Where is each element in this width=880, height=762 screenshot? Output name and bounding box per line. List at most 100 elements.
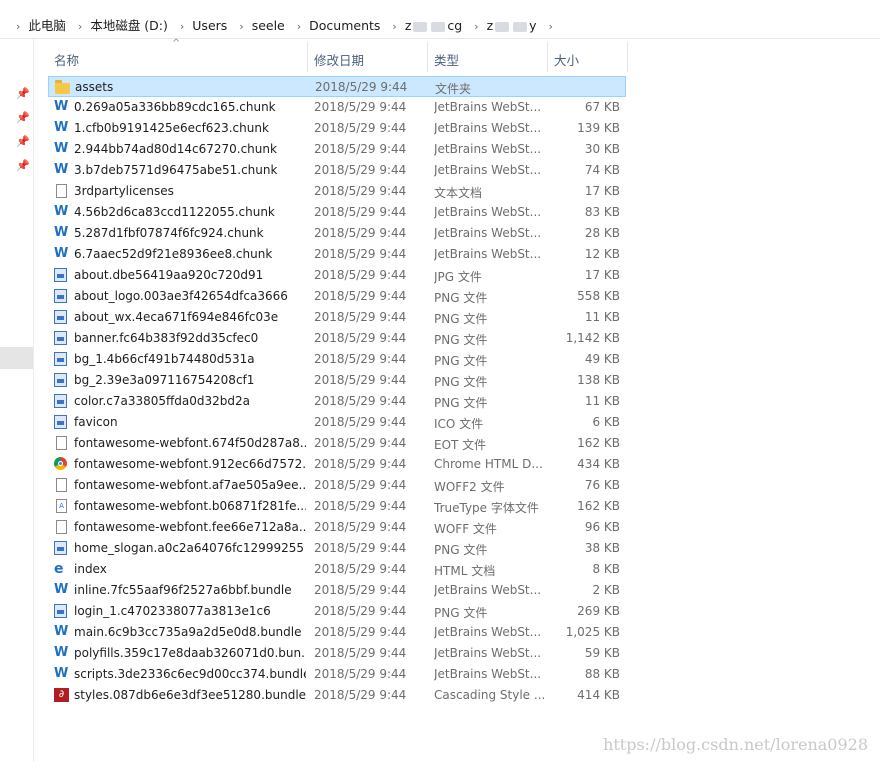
breadcrumb-seele[interactable]: seele	[252, 18, 285, 33]
file-list[interactable]: assets 2018/5/29 9:44 文件夹 W 0.269a05a336bb89…	[48, 76, 626, 706]
file-row[interactable]: Afontawesome-webfont.b06871f281fe... 2018…	[48, 496, 626, 517]
chevron-right-icon[interactable]: ›	[180, 20, 184, 33]
file-row[interactable]: color.c7a33805ffda0d32bd2a 2018/5/29 9:44…	[48, 391, 626, 412]
file-row[interactable]: about_logo.003ae3f42654dfca3666 2018/5/29…	[48, 286, 626, 307]
breadcrumb-folder-a[interactable]: z cg	[405, 18, 462, 33]
file-size: 17 KB	[584, 184, 620, 198]
file-size: 76 KB	[584, 478, 620, 492]
file-date: 2018/5/29 9:44	[314, 331, 407, 345]
file-row[interactable]: ∂ styles.087db6e6e3df3ee51280.bundle 2018/…	[48, 685, 626, 706]
file-size: 67 KB	[584, 100, 620, 114]
file-row[interactable]: e index 2018/5/29 9:44 HTML 文档 8 KB	[48, 559, 626, 580]
file-type: PNG 文件	[434, 396, 488, 410]
breadcrumb-folder-b[interactable]: zy	[487, 18, 537, 33]
file-row[interactable]: bg_1.4b66cf491b74480d531a 2018/5/29 9:44 P…	[48, 349, 626, 370]
file-row[interactable]: about_wx.4eca671f694e846fc03e 2018/5/29 9…	[48, 307, 626, 328]
file-row[interactable]: home_slogan.a0c2a64076fc12999255 2018/5/2…	[48, 538, 626, 559]
font-file-icon: A	[56, 499, 67, 513]
file-size: 59 KB	[584, 646, 620, 660]
file-type: WOFF 文件	[434, 522, 497, 536]
file-row[interactable]: fontawesome-webfont.fee66e712a8a... 2018/…	[48, 517, 626, 538]
address-bar[interactable]: › 此电脑 › 本地磁盘 (D:) › Users › seele › Documents…	[0, 8, 880, 39]
nav-selected-item[interactable]	[0, 347, 33, 369]
webstorm-file-icon: W	[54, 666, 69, 681]
document-icon	[56, 478, 67, 492]
file-name: fontawesome-webfont.912ec66d7572...	[74, 457, 306, 471]
file-row[interactable]: 3rdpartylicenses 2018/5/29 9:44 文本文档 17 KB	[48, 181, 626, 202]
chevron-right-icon[interactable]: ›	[392, 20, 396, 33]
file-size: 17 KB	[584, 268, 620, 282]
file-type: JPG 文件	[434, 270, 482, 284]
webstorm-file-icon: W	[54, 141, 69, 156]
breadcrumb-documents[interactable]: Documents	[309, 18, 380, 33]
file-type: Cascading Style ...	[434, 688, 546, 702]
file-name: color.c7a33805ffda0d32bd2a	[74, 394, 251, 408]
file-date: 2018/5/29 9:44	[314, 184, 407, 198]
file-size: 38 KB	[584, 541, 620, 555]
breadcrumb-this-pc[interactable]: 此电脑	[28, 18, 66, 33]
image-file-icon	[54, 373, 67, 387]
file-name: favicon	[74, 415, 118, 429]
file-type: JetBrains WebSt...	[434, 646, 542, 660]
file-type: JetBrains WebSt...	[434, 100, 542, 114]
file-row[interactable]: about.dbe56419aa920c720d91 2018/5/29 9:44…	[48, 265, 626, 286]
file-row[interactable]: W 2.944bb74ad80d14c67270.chunk 2018/5/29 9…	[48, 139, 626, 160]
file-name: home_slogan.a0c2a64076fc12999255	[74, 541, 304, 555]
breadcrumb-users[interactable]: Users	[192, 18, 227, 33]
file-row[interactable]: Wpolyfills.359c17e8daab326071d0.bun... 20…	[48, 643, 626, 664]
column-header-type[interactable]: 类型	[428, 42, 546, 72]
file-row[interactable]: fontawesome-webfont.674f50d287a8... 2018/…	[48, 433, 626, 454]
navigation-pane[interactable]: 📌 📌 📌 📌	[0, 39, 34, 762]
breadcrumb-folder-a-suffix: cg	[447, 18, 463, 33]
column-divider[interactable]	[627, 42, 628, 72]
file-row[interactable]: fontawesome-webfont.af7ae505a9ee... 2018/…	[48, 475, 626, 496]
file-row[interactable]: W 1.cfb0b9191425e6ecf623.chunk 2018/5/29 9…	[48, 118, 626, 139]
file-size: 1,142 KB	[565, 331, 620, 345]
file-row[interactable]: W 4.56b2d6ca83ccd1122055.chunk 2018/5/29 9…	[48, 202, 626, 223]
file-row[interactable]: assets 2018/5/29 9:44 文件夹	[48, 76, 626, 97]
file-type: JetBrains WebSt...	[434, 247, 542, 261]
column-header-size[interactable]: 大小	[548, 42, 626, 72]
column-header-date[interactable]: 修改日期	[308, 42, 426, 72]
file-date: 2018/5/29 9:44	[314, 373, 407, 387]
chevron-right-icon[interactable]: ›	[549, 20, 553, 33]
file-row[interactable]: login_1.c4702338077a3813e1c6 2018/5/29 9:…	[48, 601, 626, 622]
internet-explorer-icon: e	[54, 561, 64, 577]
chevron-right-icon[interactable]: ›	[297, 20, 301, 33]
file-row[interactable]: fontawesome-webfont.912ec66d7572... 2018/…	[48, 454, 626, 475]
chevron-right-icon[interactable]: ›	[474, 20, 478, 33]
file-row[interactable]: Winline.7fc55aaf96f2527a6bbf.bundle 2018/…	[48, 580, 626, 601]
file-date: 2018/5/29 9:44	[314, 268, 407, 282]
file-row[interactable]: bg_2.39e3a097116754208cf1 2018/5/29 9:44 P…	[48, 370, 626, 391]
file-type: PNG 文件	[434, 333, 488, 347]
file-row[interactable]: W 6.7aaec52d9f21e8936ee8.chunk 2018/5/29 9…	[48, 244, 626, 265]
file-type: WOFF2 文件	[434, 480, 505, 494]
document-icon	[56, 436, 67, 450]
webstorm-file-icon: W	[54, 645, 69, 660]
chevron-right-icon[interactable]: ›	[78, 20, 82, 33]
file-row[interactable]: W 0.269a05a336bb89cdc165.chunk 2018/5/29 9…	[48, 97, 626, 118]
file-row[interactable]: W 5.287d1fbf07874f6fc924.chunk 2018/5/29 9…	[48, 223, 626, 244]
file-name: index	[74, 562, 107, 576]
column-header-name[interactable]: 名称	[48, 42, 306, 72]
breadcrumb-local-disk[interactable]: 本地磁盘 (D:)	[90, 18, 168, 33]
webstorm-file-icon: W	[54, 624, 69, 639]
css-file-icon: ∂	[54, 688, 69, 702]
chevron-right-icon[interactable]: ›	[239, 20, 243, 33]
file-type: TrueType 字体文件	[434, 501, 539, 515]
file-size: 11 KB	[584, 310, 620, 324]
file-name: 5.287d1fbf07874f6fc924.chunk	[74, 226, 264, 240]
file-row[interactable]: banner.fc64b383f92dd35cfec0 2018/5/29 9:4…	[48, 328, 626, 349]
file-row[interactable]: W 3.b7deb7571d96475abe51.chunk 2018/5/29 9…	[48, 160, 626, 181]
chevron-right-icon[interactable]: ›	[16, 20, 20, 33]
file-size: 49 KB	[584, 352, 620, 366]
file-row[interactable]: Wmain.6c9b3cc735a9a2d5e0d8.bundle 2018/5/…	[48, 622, 626, 643]
file-row[interactable]: favicon 2018/5/29 9:44 ICO 文件 6 KB	[48, 412, 626, 433]
file-size: 30 KB	[584, 142, 620, 156]
file-row[interactable]: Wscripts.3de2336c6ec9d00cc374.bundle 2018…	[48, 664, 626, 685]
file-name: 4.56b2d6ca83ccd1122055.chunk	[74, 205, 275, 219]
document-icon	[56, 184, 67, 198]
file-size: 6 KB	[592, 415, 620, 429]
webstorm-file-icon: W	[54, 582, 69, 597]
file-date: 2018/5/29 9:44	[314, 478, 407, 492]
